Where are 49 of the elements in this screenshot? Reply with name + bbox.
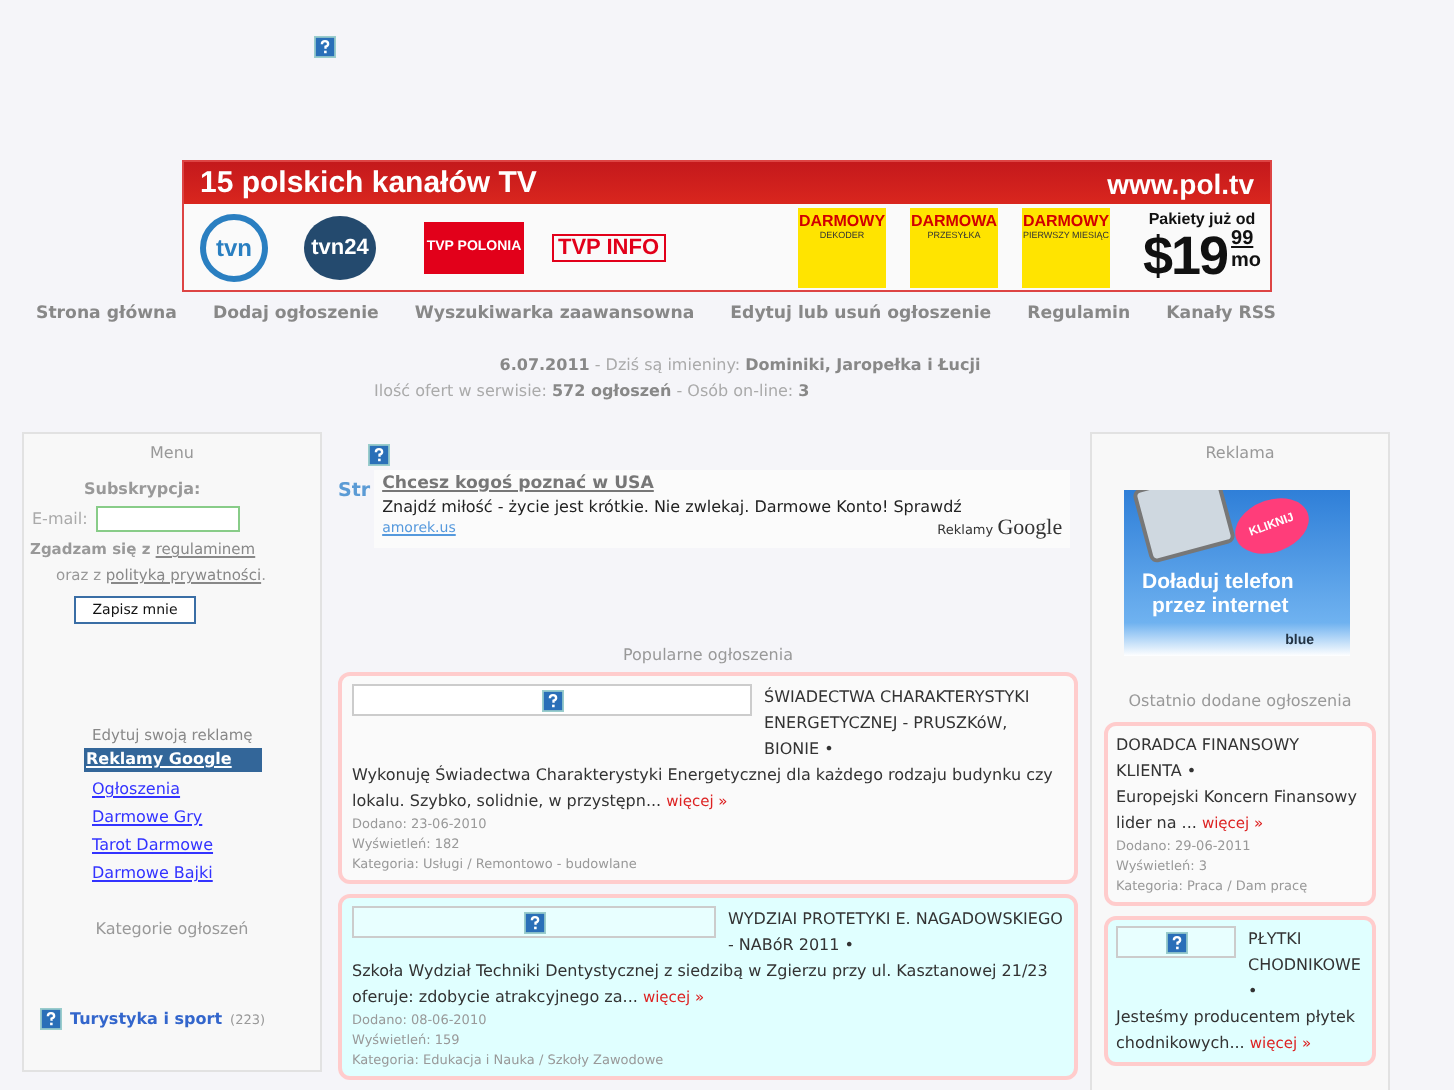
stats-line: Ilość ofert w serwisie: 572 ogłoszeń - Osób on-line: 3 [374, 380, 812, 404]
sidebar-link[interactable]: Ogłoszenia [92, 780, 181, 800]
price: $19 [1142, 228, 1228, 284]
channel-logo: tvn24 [304, 215, 376, 279]
ad-headline: przez internet [1152, 594, 1289, 618]
broken-image-icon [1165, 931, 1187, 953]
ad-title-link[interactable]: Chcesz kogoś poznać w USA [382, 474, 1063, 494]
section-title: Ostatnio dodane ogłoszenia [1126, 692, 1354, 710]
nav-link[interactable]: Regulamin [1027, 304, 1131, 352]
banner-headline: 15 polskich kanałów TV [200, 166, 537, 200]
sidebar-link[interactable]: Reklamy Google [84, 748, 262, 772]
price-label: Pakiety już od [1148, 210, 1256, 228]
broken-image-icon [523, 911, 545, 933]
email-label: E-mail: [32, 510, 88, 528]
nav-link[interactable]: Dodaj ogłoszenie [212, 304, 379, 352]
broken-image-icon [40, 1008, 62, 1030]
listing-title: DORADCA FINANSOWY KLIENTA • [1116, 734, 1301, 784]
listing-title: PŁYTKI CHODNIKOWE • [1248, 928, 1363, 1004]
subscription-label: Subskrypcja: [84, 480, 203, 498]
broken-image-icon [541, 689, 563, 711]
sidebar-link[interactable]: Darmowe Bajki [92, 864, 213, 884]
nav-link[interactable]: Strona główna [36, 304, 177, 352]
cut-text: Str [338, 480, 371, 502]
offer-title: DARMOWA [910, 211, 998, 229]
email-field[interactable] [95, 506, 240, 532]
broken-image-icon [314, 36, 336, 58]
nav-link[interactable]: Wyszukiwarka zaawansowna [414, 304, 695, 352]
nav-link[interactable]: Kanały RSS [1166, 304, 1276, 352]
nav-link[interactable]: Edytuj lub usuń ogłoszenie [730, 304, 992, 352]
ad-headline: Doładuj telefon [1142, 570, 1294, 594]
price-period: mo [1231, 250, 1262, 272]
price-cents: 99 [1231, 228, 1256, 250]
panel-title: Kategorie ogłoszeń [93, 920, 251, 938]
panel-title: Menu [148, 444, 196, 462]
channel-logo: tvn [200, 213, 268, 281]
date-line: 6.07.2011 - Dziś są imieniny: Dominiki, Jaropełka i Łucji [497, 354, 983, 378]
offer-title: DARMOWY [1022, 211, 1110, 229]
panel-title: Reklama [1203, 444, 1277, 462]
sidebar-link[interactable]: Darmowe Gry [92, 808, 203, 828]
offer-title: DARMOWY [798, 211, 886, 229]
broken-image-icon [368, 444, 390, 466]
section-title: Popularne ogłoszenia [620, 646, 795, 664]
listing-title: WYDZIAI PROTETYKI E. NAGADOWSKIEGO - NABóR 2011 • [728, 908, 1064, 958]
ad-text: Znajdź miłość - życie jest krótkie. Nie zwlekaj. Darmowe Konto! Sprawdź [382, 498, 964, 516]
channel-logo: TVP INFO [552, 233, 666, 261]
banner-url: www.pol.tv [1107, 167, 1254, 199]
sidebar-link[interactable]: Tarot Darmowe [92, 836, 214, 856]
listing-title: ŚWIADECTWA CHARAKTERYSTYKI ENERGETYCZNEJ - PRUSZKóW, BIONIE • [764, 685, 1032, 762]
category-link[interactable]: Turystyka i sport [70, 1010, 223, 1028]
